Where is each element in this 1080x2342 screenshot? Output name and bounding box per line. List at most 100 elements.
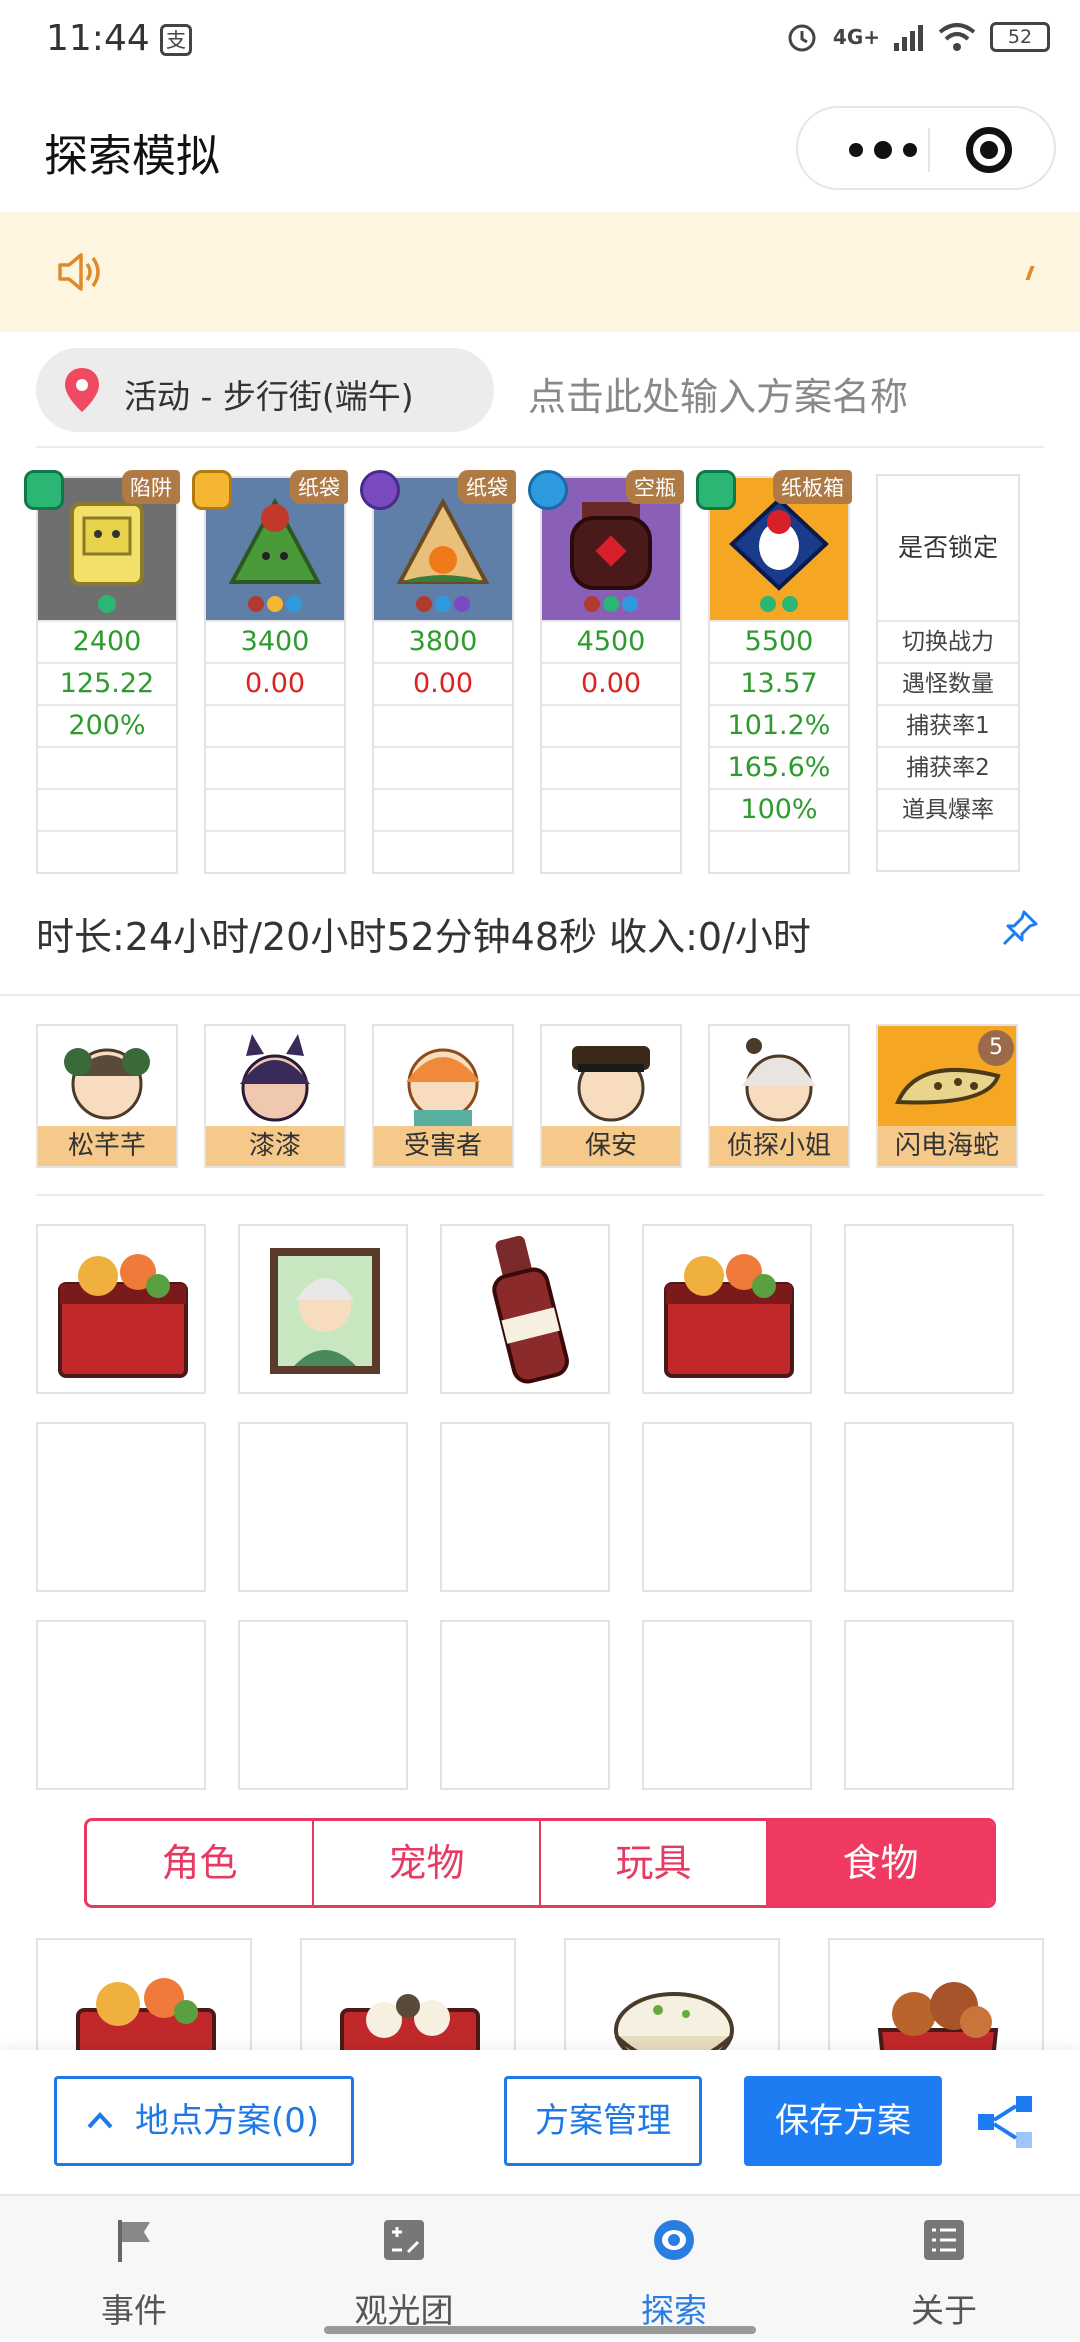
item-slot-7[interactable]	[238, 1422, 408, 1592]
guide-name: 松芊芊	[38, 1126, 176, 1166]
drop-rate: 100%	[710, 788, 848, 830]
more-icon[interactable]	[838, 136, 928, 164]
tabbar-about[interactable]: 关于	[844, 2196, 1044, 2342]
power-value: 2400	[38, 620, 176, 662]
power-value: 3400	[206, 620, 344, 662]
empty-label-row	[878, 830, 1018, 872]
guide-card-6[interactable]: 5 闪电海蛇	[876, 1024, 1018, 1168]
item-slot-11[interactable]	[36, 1620, 206, 1790]
tab-pets[interactable]: 宠物	[314, 1821, 541, 1905]
speaker-icon	[58, 253, 100, 291]
tabbar-events[interactable]: 事件	[34, 2196, 234, 2342]
miniprogram-capsule	[796, 106, 1056, 190]
signal-icon	[894, 25, 923, 51]
share-icon[interactable]	[976, 2094, 1036, 2150]
character-card-4[interactable]: 空瓶 4500 0.00	[528, 470, 684, 874]
nav-header: 探索模拟	[0, 84, 1080, 212]
drop-rate	[206, 788, 344, 830]
capture-rate-2	[38, 746, 176, 788]
drop-rate	[38, 788, 176, 830]
item-slot-10[interactable]	[844, 1422, 1014, 1592]
notice-bar[interactable]	[0, 212, 1080, 332]
guide-card-2[interactable]: 漆漆	[204, 1024, 346, 1168]
guide-portrait-icon	[240, 1034, 310, 1122]
tab-characters[interactable]: 角色	[87, 1821, 314, 1905]
element-gold-icon	[192, 470, 232, 510]
guide-card-4[interactable]: 保安	[540, 1024, 682, 1168]
encounter-value: 125.22	[38, 662, 176, 704]
empty-row	[542, 830, 680, 872]
guide-card-1[interactable]: 松芊芊	[36, 1024, 178, 1168]
location-selector[interactable]: 活动 - 步行街(端午)	[36, 348, 494, 432]
drop-rate	[542, 788, 680, 830]
item-slot-14[interactable]	[642, 1620, 812, 1790]
encounter-count-label: 遇怪数量	[878, 662, 1018, 704]
character-badge: 空瓶	[626, 470, 684, 504]
character-card-3[interactable]: 纸袋 3800 0.00	[360, 470, 516, 874]
location-plan-button[interactable]: 地点方案(0)	[54, 2076, 354, 2166]
item-slot-13[interactable]	[440, 1620, 610, 1790]
guide-card-5[interactable]: 侦探小姐	[708, 1024, 850, 1168]
item-slot-4[interactable]	[642, 1224, 812, 1394]
character-card-5[interactable]: 纸板箱 5500 13.57 101.2% 165.6% 100%	[696, 470, 852, 874]
character-badge: 纸袋	[290, 470, 348, 504]
capture-rate-1	[374, 704, 512, 746]
guide-portrait-icon	[64, 1048, 150, 1120]
item-slot-5[interactable]	[844, 1224, 1014, 1394]
switch-power-label[interactable]: 切换战力	[878, 620, 1018, 662]
section-divider	[0, 994, 1080, 996]
power-value: 3800	[374, 620, 512, 662]
tabbar-label: 关于	[911, 2291, 977, 2330]
location-pin-icon	[65, 368, 99, 412]
pin-icon[interactable]	[1000, 908, 1040, 948]
category-tabs: 角色 宠物 玩具 食物	[84, 1818, 996, 1908]
element-moon-icon	[360, 470, 400, 510]
element-green-icon	[24, 470, 64, 510]
network-label: 4G+	[832, 25, 880, 49]
empty-row	[38, 830, 176, 872]
element-water-icon	[528, 470, 568, 510]
guide-portrait-icon	[572, 1046, 650, 1122]
guide-card-3[interactable]: 受害者	[372, 1024, 514, 1168]
plan-name-input[interactable]: 点击此处输入方案名称	[528, 366, 908, 421]
capture-rate-2	[206, 746, 344, 788]
tabbar-label: 观光团	[354, 2291, 454, 2330]
character-card-1[interactable]: 陷阱 2400 125.22 200%	[24, 470, 180, 874]
item-slot-15[interactable]	[844, 1620, 1014, 1790]
item-slot-6[interactable]	[36, 1422, 206, 1592]
home-indicator	[324, 2326, 756, 2334]
character-card-2[interactable]: 纸袋 3400 0.00	[192, 470, 348, 874]
battery-icon: 52	[990, 22, 1050, 52]
item-slot-8[interactable]	[440, 1422, 610, 1592]
manage-plan-button[interactable]: 方案管理	[504, 2076, 702, 2166]
tabbar-tour-group[interactable]: 观光团	[304, 2196, 504, 2342]
tab-food[interactable]: 食物	[768, 1821, 993, 1905]
save-plan-button[interactable]: 保存方案	[744, 2076, 942, 2166]
section-divider	[36, 446, 1044, 448]
empty-row	[374, 830, 512, 872]
lock-toggle-header[interactable]: 是否锁定	[878, 476, 1018, 620]
close-miniprogram-icon[interactable]	[966, 127, 1012, 173]
tabbar-explore[interactable]: 探索	[574, 2196, 774, 2342]
guide-name: 漆漆	[206, 1126, 344, 1166]
capture-rate-1-label: 捕获率1	[878, 704, 1018, 746]
page-title: 探索模拟	[44, 131, 220, 182]
item-slot-3[interactable]	[440, 1224, 610, 1394]
encounter-value: 0.00	[374, 662, 512, 704]
element-green-icon	[696, 470, 736, 510]
item-slot-9[interactable]	[642, 1422, 812, 1592]
item-slot-2[interactable]	[238, 1224, 408, 1394]
tabbar-label: 探索	[641, 2291, 707, 2330]
capture-rate-1	[542, 704, 680, 746]
capture-rate-2	[542, 746, 680, 788]
tab-toys[interactable]: 玩具	[541, 1821, 768, 1905]
capsule-divider	[928, 128, 930, 172]
flag-icon	[118, 2220, 150, 2262]
item-slot-1[interactable]	[36, 1224, 206, 1394]
status-icons: 4G+ 52	[785, 20, 1050, 54]
guide-name: 受害者	[374, 1126, 512, 1166]
capture-rate-1	[206, 704, 344, 746]
capture-rate-2-label: 捕获率2	[878, 746, 1018, 788]
item-slot-12[interactable]	[238, 1620, 408, 1790]
bottle-icon	[492, 1235, 569, 1384]
